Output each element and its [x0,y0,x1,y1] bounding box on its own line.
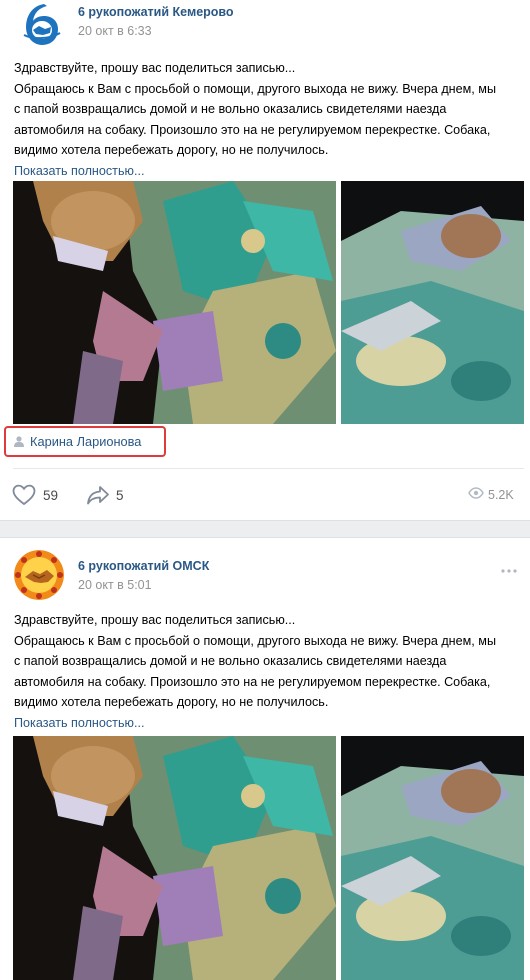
post-author[interactable]: 6 рукопожатий Кемерово [78,5,234,19]
like-button[interactable]: 59 [12,484,72,506]
post-divider [13,468,524,469]
share-button[interactable]: 5 [86,484,130,506]
group-avatar[interactable] [14,550,64,600]
handshake-logo-icon [14,550,64,600]
post-kemerovo: 6 рукопожатий Кемерово 20 окт в 6:33 Здр… [0,0,530,520]
views-counter: 5.2K [468,484,524,506]
post-omsk: 6 рукопожатий ОМСК 20 окт в 5:01 Здравст… [0,538,530,980]
post-text-line: Здравствуйте, прошу вас поделиться запис… [14,61,296,75]
post-date[interactable]: 20 окт в 5:01 [78,578,152,592]
post-text-line: Здравствуйте, прошу вас поделиться запис… [14,613,296,627]
post-photo[interactable] [13,181,336,424]
post-text-line: видимо хотела перебежать дорогу, но не п… [14,143,329,157]
more-dots-icon[interactable] [500,566,518,576]
share-count: 5 [116,488,124,503]
share-arrow-icon [87,486,109,505]
post-text-line: с папой возвращались домой и не вольно о… [14,654,447,668]
post-photo[interactable] [341,181,524,424]
post-photo[interactable] [13,736,336,980]
group-avatar[interactable] [14,0,64,50]
views-count: 5.2K [488,488,514,502]
post-text-line: Обращаюсь к Вам с просьбой о помощи, дру… [14,81,497,96]
signer-name[interactable]: Карина Ларионова [30,434,141,449]
post-date[interactable]: 20 окт в 6:33 [78,24,152,38]
feed-divider [0,520,530,538]
user-icon [14,436,24,447]
handshake-logo-icon [14,0,64,50]
post-text: Здравствуйте, прошу вас поделиться запис… [14,610,524,733]
like-count: 59 [43,488,59,503]
show-more-link[interactable]: Показать полностью... [14,713,524,734]
post-text-line: видимо хотела перебежать дорогу, но не п… [14,695,329,709]
heart-icon [12,484,36,506]
post-text-line: автомобиля на собаку. Произошло это на н… [14,122,491,137]
show-more-link[interactable]: Показать полностью... [14,161,524,182]
post-signer[interactable]: Карина Ларионова [4,426,166,457]
post-author[interactable]: 6 рукопожатий ОМСК [78,559,209,573]
post-text: Здравствуйте, прошу вас поделиться запис… [14,58,524,181]
post-text-line: Обращаюсь к Вам с просьбой о помощи, дру… [14,633,497,648]
post-text-line: с папой возвращались домой и не вольно о… [14,102,447,116]
post-text-line: автомобиля на собаку. Произошло это на н… [14,674,491,689]
eye-icon [468,487,484,499]
post-photo[interactable] [341,736,524,980]
